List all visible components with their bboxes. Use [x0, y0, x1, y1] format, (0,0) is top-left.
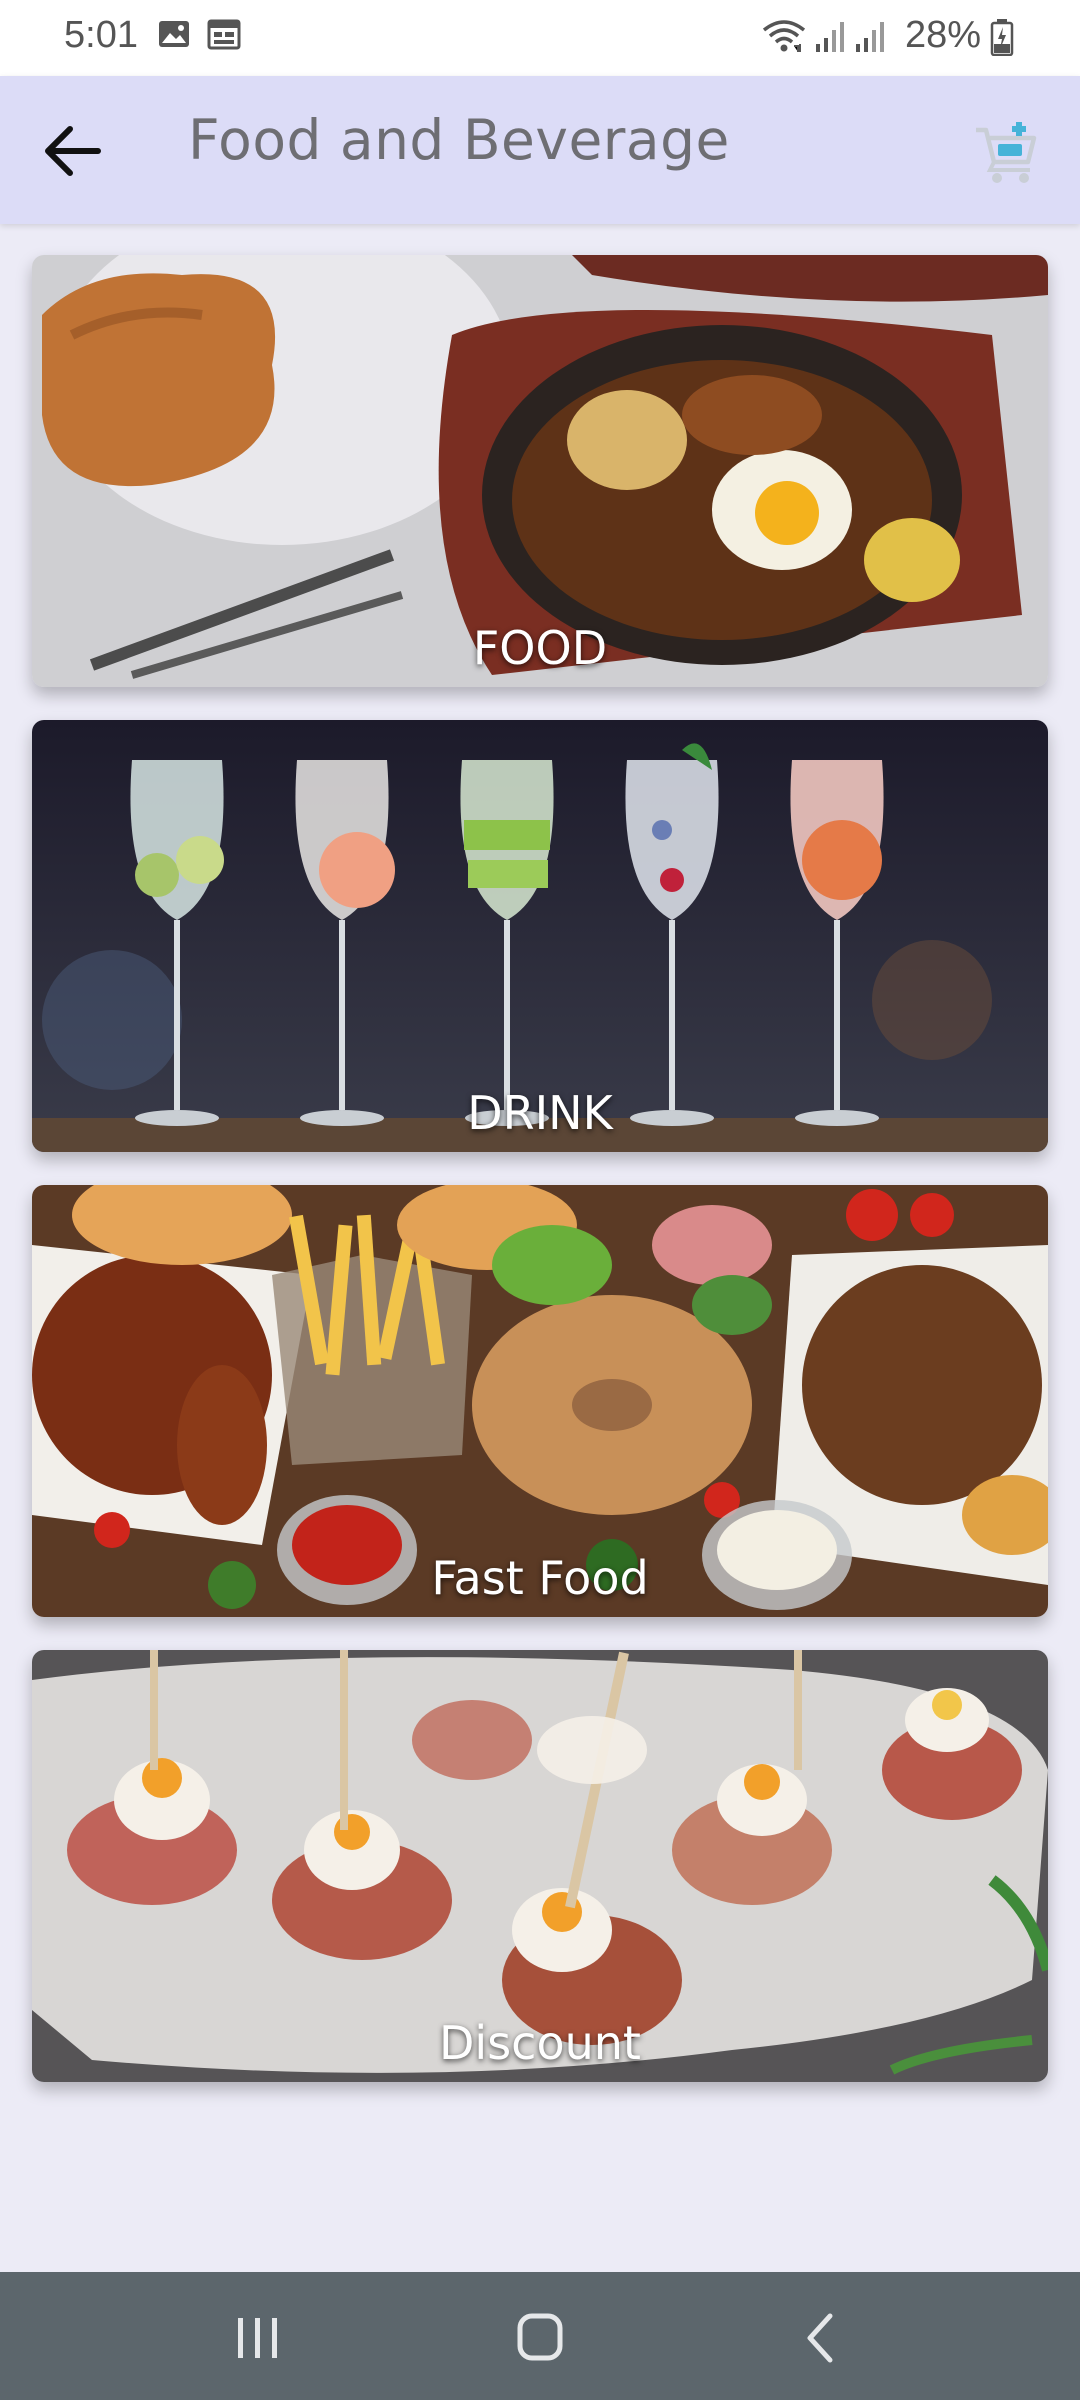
home-icon[interactable]	[500, 2308, 580, 2368]
category-card-fast-food[interactable]: Fast Food	[32, 1185, 1048, 1617]
category-label: FOOD	[472, 621, 608, 675]
status-time: 5:01	[64, 14, 138, 56]
back-arrow-icon[interactable]	[34, 116, 112, 186]
wifi-icon	[762, 20, 806, 52]
category-card-food[interactable]: FOOD	[32, 255, 1048, 687]
system-nav-bar	[0, 2272, 1080, 2400]
category-label: Fast Food	[431, 1551, 649, 1605]
app-bar: Food and Beverage	[0, 76, 1080, 224]
calendar-icon	[207, 19, 241, 50]
gallery-icon	[159, 21, 189, 47]
back-icon[interactable]	[782, 2308, 862, 2368]
battery-icon	[990, 19, 1014, 56]
category-label: DRINK	[467, 1086, 613, 1140]
shopping-cart-icon[interactable]	[972, 118, 1042, 188]
status-bar: 5:01 28%	[0, 0, 1080, 76]
category-card-discount[interactable]: Discount	[32, 1650, 1048, 2082]
category-card-drink[interactable]: DRINK	[32, 720, 1048, 1152]
battery-percentage: 28%	[905, 14, 982, 56]
signal-icon	[816, 22, 844, 52]
signal-icon	[856, 22, 884, 52]
category-label: Discount	[439, 2016, 641, 2070]
recent-apps-icon[interactable]	[218, 2308, 298, 2368]
page-title: Food and Beverage	[188, 108, 730, 172]
